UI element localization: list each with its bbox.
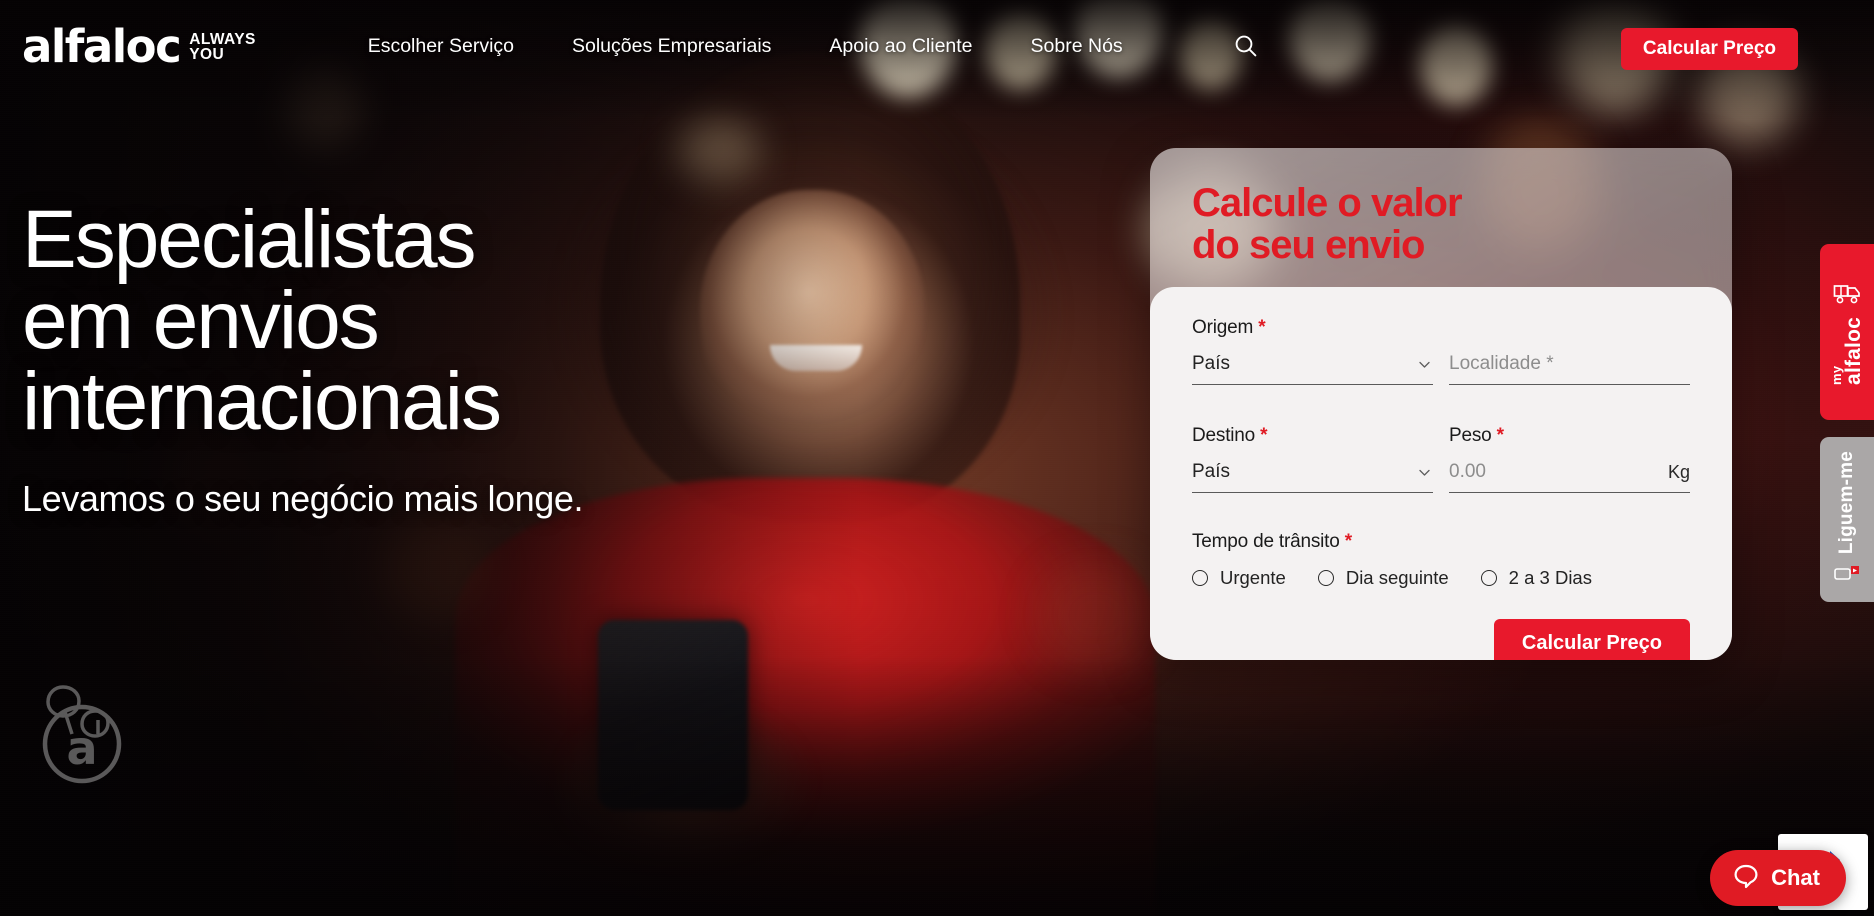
- side-tab-liguem-me-label: Liguem-me: [1836, 451, 1857, 555]
- brand-logo-wordmark: alfaloc: [22, 19, 182, 73]
- side-tab-alfaloc-label: alfaloc: [1842, 316, 1865, 385]
- calculator-form: Origem * País Localidade * Destino * Paí…: [1150, 287, 1732, 660]
- origin-row: Origem * País Localidade *: [1192, 317, 1690, 385]
- search-icon[interactable]: [1233, 33, 1259, 59]
- brand-logo-tagline: ALWAYS YOU: [189, 30, 255, 62]
- brand-logo[interactable]: alfaloc ALWAYS YOU: [22, 24, 256, 69]
- side-tab-liguem-me[interactable]: Liguem-me: [1820, 437, 1874, 602]
- destination-label: Destino *: [1192, 425, 1433, 447]
- bokeh-light: [1036, 560, 1156, 670]
- origin-required-mark: *: [1258, 317, 1266, 338]
- side-tab-my-alfaloc-label: my alfaloc: [1829, 316, 1865, 385]
- nav-item-sobre-nos[interactable]: Sobre Nós: [1031, 27, 1123, 66]
- transit-option-dia-seguinte[interactable]: Dia seguinte: [1317, 567, 1449, 589]
- hero-headline: Especialistas em envios internacionais: [22, 194, 502, 447]
- transit-options: Urgente Dia seguinte 2 a 3 Dias: [1192, 567, 1690, 589]
- weight-unit: Kg: [1667, 461, 1690, 482]
- nav-calculate-price-button[interactable]: Calcular Preço: [1620, 28, 1798, 70]
- transit-required-mark: *: [1344, 531, 1352, 552]
- origin-country-field: Origem * País: [1192, 317, 1433, 385]
- transit-option-urgente-label: Urgente: [1220, 567, 1286, 588]
- transit-label: Tempo de trânsito *: [1192, 531, 1690, 553]
- radio-button-icon: [1480, 570, 1497, 586]
- nav-item-escolher-servico[interactable]: Escolher Serviço: [368, 27, 514, 66]
- transit-option-2-a-3-dias[interactable]: 2 a 3 Dias: [1480, 567, 1592, 589]
- price-calculator-card: Calcule o valor do seu envio Origem * Pa…: [1150, 148, 1732, 660]
- origin-locality-field: Localidade *: [1449, 317, 1690, 385]
- weight-required-mark: *: [1496, 425, 1504, 446]
- chat-button[interactable]: Chat: [1710, 850, 1846, 906]
- weight-placeholder: 0.00: [1449, 461, 1486, 482]
- origin-locality-spacer: [1449, 317, 1690, 339]
- row-spacer: [1192, 385, 1690, 425]
- chat-bubble-icon: [1732, 862, 1760, 895]
- origin-country-select[interactable]: País: [1192, 353, 1433, 385]
- transit-option-dia-seguinte-label: Dia seguinte: [1345, 567, 1449, 588]
- destination-country-value: País: [1192, 461, 1231, 482]
- hero-copy: Especialistas em envios internacionais L…: [22, 194, 584, 520]
- radio-button-icon: [1192, 570, 1208, 586]
- destination-label-text: Destino: [1192, 425, 1256, 446]
- transit-label-text: Tempo de trânsito: [1192, 531, 1340, 552]
- brand-tagline-line-2: YOU: [189, 45, 225, 63]
- origin-country-value: País: [1192, 353, 1231, 374]
- top-navigation-bar: alfaloc ALWAYS YOU Escolher Serviço Solu…: [0, 0, 1874, 92]
- calculator-title: Calcule o valor do seu envio: [1192, 181, 1463, 268]
- hero-subheadline: Levamos o seu negócio mais longe.: [22, 478, 584, 520]
- origin-locality-input[interactable]: Localidade *: [1449, 353, 1690, 385]
- origin-label: Origem *: [1192, 317, 1433, 339]
- origin-locality-placeholder: Localidade *: [1449, 353, 1554, 374]
- side-tab-my-alfaloc[interactable]: my alfaloc: [1820, 244, 1874, 420]
- chevron-down-icon: [1418, 358, 1431, 371]
- weight-field: Peso * 0.00 Kg: [1449, 425, 1690, 493]
- nav-links: Escolher Serviço Soluções Empresariais A…: [368, 27, 1259, 66]
- nav-item-solucoes-empresariais[interactable]: Soluções Empresariais: [572, 27, 771, 66]
- destination-country-select[interactable]: País: [1192, 461, 1433, 493]
- weight-label: Peso *: [1449, 425, 1690, 447]
- transit-option-2-a-3-dias-label: 2 a 3 Dias: [1508, 567, 1592, 588]
- radio-button-icon: [1317, 570, 1334, 586]
- calculate-price-submit-button[interactable]: Calcular Preço: [1493, 619, 1690, 660]
- transit-option-urgente[interactable]: Urgente: [1192, 567, 1286, 589]
- calculator-actions: Calcular Preço: [1192, 619, 1690, 660]
- chat-button-label: Chat: [1771, 865, 1820, 890]
- chevron-down-icon: [1418, 466, 1431, 479]
- destination-required-mark: *: [1260, 425, 1268, 446]
- origin-label-text: Origem: [1192, 317, 1254, 338]
- phone-icon: [1833, 563, 1861, 588]
- weight-label-text: Peso: [1449, 425, 1492, 446]
- weight-input[interactable]: 0.00 Kg: [1449, 461, 1690, 493]
- nav-item-apoio-ao-cliente[interactable]: Apoio ao Cliente: [829, 27, 972, 66]
- destination-weight-row: Destino * País Peso * 0.00 Kg: [1192, 425, 1690, 493]
- side-tabs: my alfaloc Liguem-me: [1820, 244, 1874, 602]
- destination-country-field: Destino * País: [1192, 425, 1433, 493]
- calculator-header: Calcule o valor do seu envio: [1150, 148, 1732, 267]
- background-bottom-vignette: [0, 656, 1874, 916]
- delivery-cart-icon: [1832, 280, 1862, 311]
